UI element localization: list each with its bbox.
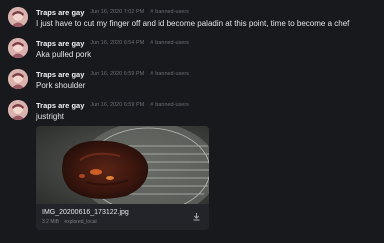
hash-icon: # — [150, 71, 154, 77]
message-text: I just have to cut my finger off and id … — [36, 19, 350, 28]
sender-name[interactable]: Traps are gay — [36, 70, 84, 79]
sender-name[interactable]: Traps are gay — [36, 101, 84, 110]
room-name: banned-users — [155, 102, 189, 108]
image-attachment[interactable]: IMG_20200616_173122.jpg 3.2 MiB explored… — [36, 126, 209, 230]
sender-name[interactable]: Traps are gay — [36, 8, 84, 17]
avatar[interactable] — [8, 69, 28, 89]
message-item: Traps are gay Jun 16, 2020 6:59 PM # bann… — [0, 67, 384, 97]
timestamp: Jun 16, 2020 6:59 PM — [90, 71, 145, 77]
sender-name[interactable]: Traps are gay — [36, 39, 84, 48]
room-tag[interactable]: # banned-users — [150, 40, 189, 46]
hash-icon: # — [150, 9, 154, 15]
attachment-info: IMG_20200616_173122.jpg 3.2 MiB explored… — [36, 204, 209, 230]
timestamp: Jun 16, 2020 6:59 PM — [90, 102, 145, 108]
message-header: Traps are gay Jun 16, 2020 6:54 PM # bann… — [36, 36, 189, 50]
avatar[interactable] — [8, 38, 28, 58]
message-item: Traps are gay Jun 16, 2020 6:54 PM # bann… — [0, 36, 384, 66]
message-text: Pork shoulder — [36, 81, 86, 90]
message-item: Traps are gay Jun 16, 2020 7:02 PM # bann… — [0, 5, 384, 35]
room-tag[interactable]: # banned-users — [150, 71, 189, 77]
attachment-filename[interactable]: IMG_20200616_173122.jpg — [42, 209, 129, 216]
timestamp: Jun 16, 2020 6:54 PM — [90, 40, 145, 46]
room-tag[interactable]: # banned-users — [150, 9, 189, 15]
download-icon[interactable] — [192, 212, 201, 221]
message-text: justright — [36, 112, 65, 121]
room-tag[interactable]: # banned-users — [150, 102, 189, 108]
message-header: Traps are gay Jun 16, 2020 6:59 PM # bann… — [36, 98, 189, 112]
avatar[interactable] — [8, 7, 28, 27]
hash-icon: # — [150, 102, 154, 108]
attachment-image[interactable] — [36, 126, 209, 204]
room-name: banned-users — [155, 40, 189, 46]
attachment-source: explored_local — [64, 219, 97, 225]
message-header: Traps are gay Jun 16, 2020 7:02 PM # bann… — [36, 5, 189, 19]
attachment-meta: 3.2 MiB explored_local — [42, 219, 97, 225]
hash-icon: # — [150, 40, 154, 46]
message-feed: Traps are gay Jun 16, 2020 7:02 PM # bann… — [0, 0, 384, 243]
timestamp: Jun 16, 2020 7:02 PM — [90, 9, 145, 15]
attachment-size: 3.2 MiB — [42, 219, 59, 225]
room-name: banned-users — [155, 9, 189, 15]
message-text: Aka pulled pork — [36, 50, 92, 59]
avatar[interactable] — [8, 100, 28, 120]
room-name: banned-users — [155, 71, 189, 77]
message-header: Traps are gay Jun 16, 2020 6:59 PM # bann… — [36, 67, 189, 81]
